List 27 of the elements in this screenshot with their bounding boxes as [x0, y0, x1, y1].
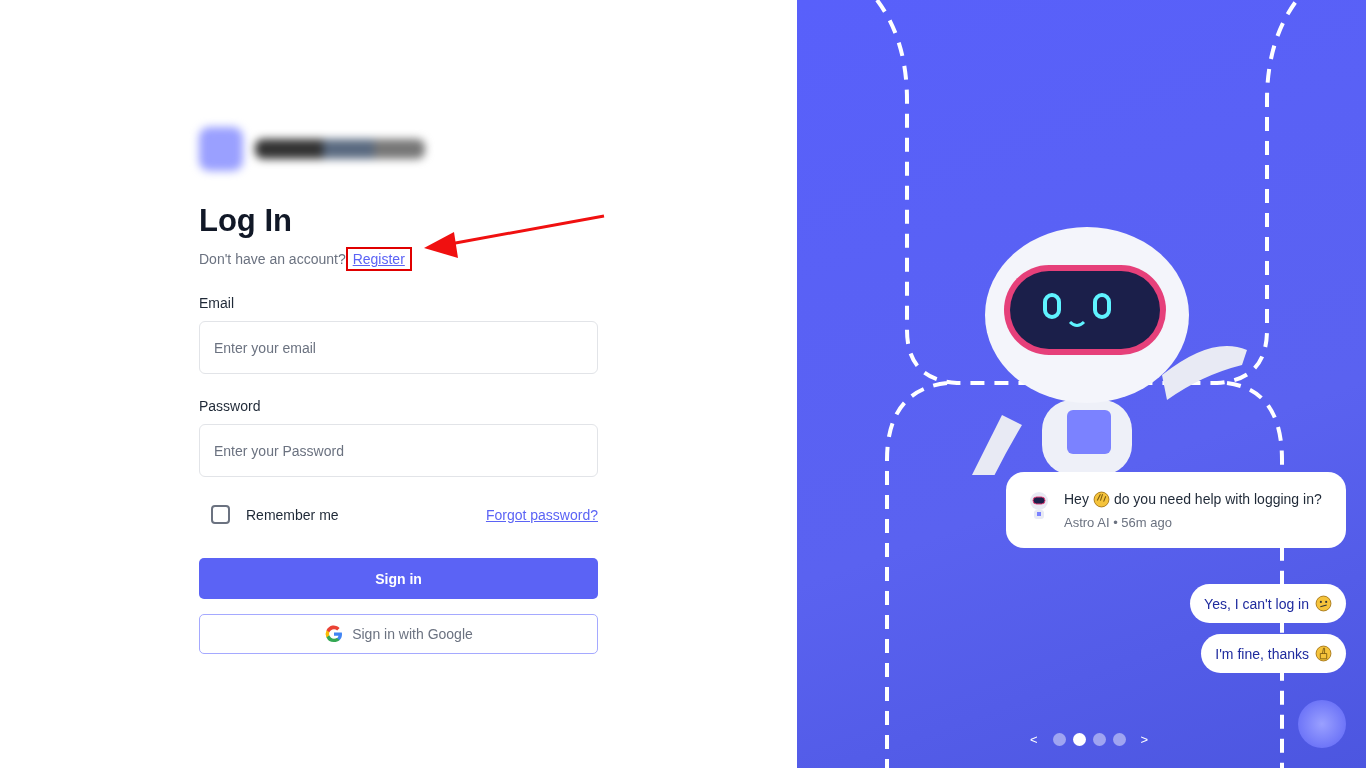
carousel-dot[interactable] — [1092, 733, 1106, 746]
register-prompt: Don't have an account? — [199, 251, 346, 267]
next-slide-button[interactable]: > — [1132, 732, 1157, 747]
remember-label: Remember me — [246, 506, 339, 523]
previous-slide-button[interactable]: < — [1022, 732, 1046, 747]
quick-reply-button[interactable]: I'm fine, thanks — [1201, 634, 1346, 673]
chat-launcher-button[interactable] — [1298, 700, 1346, 748]
quick-reply-button[interactable]: Yes, I can't log in — [1190, 584, 1346, 623]
confused-face-icon — [1315, 595, 1332, 612]
email-label: Email — [199, 295, 235, 311]
chat-message: do you need help with logging in? — [1113, 490, 1322, 509]
carousel-dot[interactable] — [1072, 733, 1086, 746]
remember-checkbox[interactable] — [211, 505, 230, 524]
password-label: Password — [199, 398, 262, 414]
chat-greeting: Hey — [1064, 490, 1089, 509]
sign-in-button[interactable]: Sign in — [199, 558, 598, 599]
chat-meta: Astro AI • 56m ago — [1064, 515, 1173, 530]
forgot-password-link[interactable]: Forgot password? — [485, 506, 598, 523]
email-field[interactable]: Enter your email — [199, 321, 598, 374]
google-sign-in-button[interactable]: Sign in with Google — [199, 614, 598, 654]
page-title: Log In — [199, 203, 292, 239]
carousel-dot[interactable] — [1052, 733, 1066, 746]
google-icon — [324, 624, 345, 644]
password-field[interactable]: Enter your Password — [199, 424, 598, 477]
waving-hand-icon — [1092, 491, 1110, 508]
carousel-dot[interactable] — [1112, 733, 1126, 746]
thumbs-up-icon — [1315, 645, 1332, 662]
